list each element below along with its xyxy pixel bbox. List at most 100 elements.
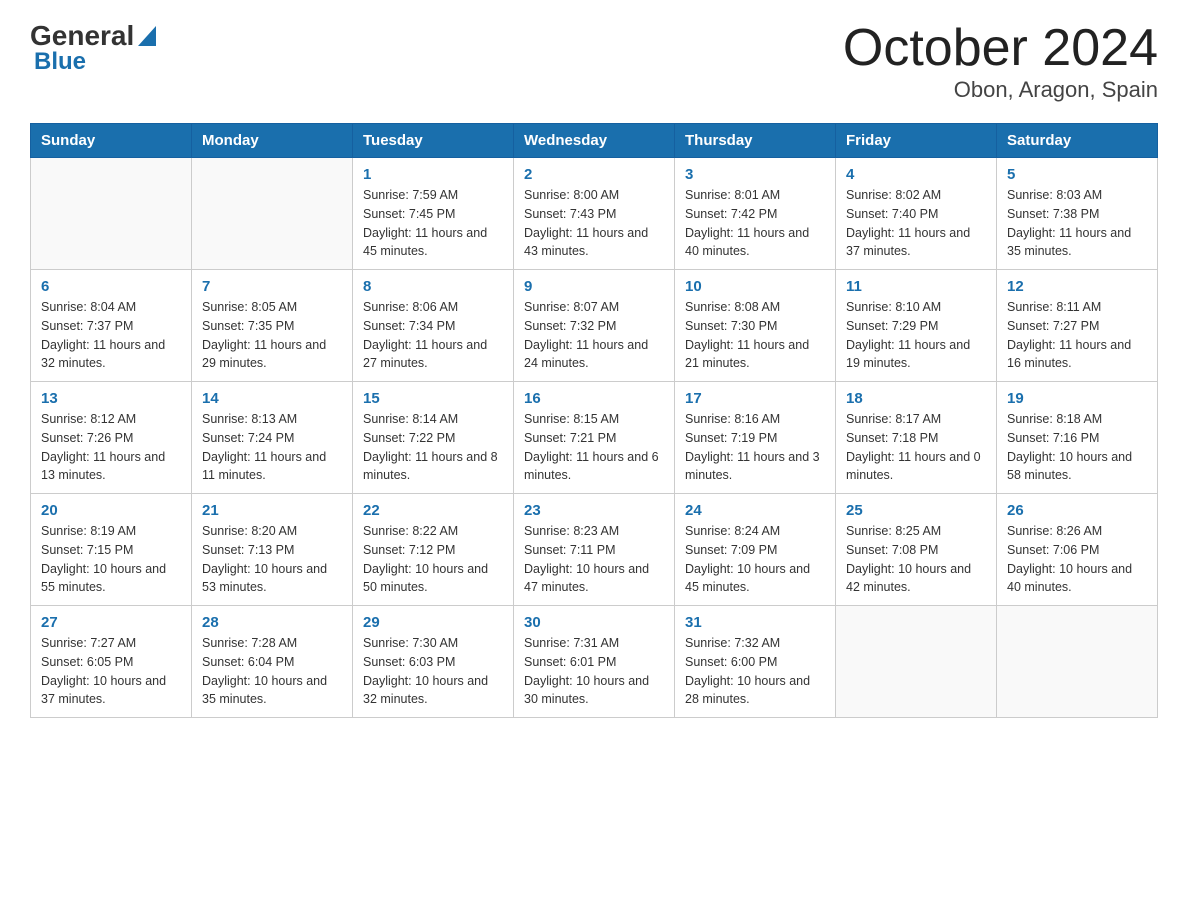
calendar-cell: 7 Sunrise: 8:05 AMSunset: 7:35 PMDaylight…	[192, 270, 353, 382]
day-info: Sunrise: 8:22 AMSunset: 7:12 PMDaylight:…	[363, 522, 503, 597]
daylight-text: Daylight: 10 hours and 50 minutes.	[363, 562, 488, 595]
calendar-cell: 6Sunrise: 8:04 AMSunset: 7:37 PMDaylight…	[31, 270, 192, 382]
calendar-table: Sunday Monday Tuesday Wednesday Thursday…	[30, 123, 1158, 718]
calendar-cell: 23Sunrise: 8:23 AMSunset: 7:11 PMDayligh…	[514, 494, 675, 606]
day-info: Sunrise: 8:15 AM Sunset: 7:21 PM Daylight:…	[524, 410, 664, 485]
logo: General Blue	[30, 20, 156, 76]
sunset-text: Sunset: 7:18 PM	[846, 431, 938, 445]
logo-triangle-icon	[138, 26, 156, 51]
day-number: 11	[846, 278, 986, 295]
sunrise-text: Sunrise: 8:01 AM	[685, 188, 780, 202]
sunrise-text: Sunrise: 8:14 AM	[363, 412, 458, 426]
calendar-cell: 20Sunrise: 8:19 AMSunset: 7:15 PMDayligh…	[31, 494, 192, 606]
sunrise-text: Sunrise: 8:17 AM	[846, 412, 941, 426]
daylight-text: Daylight: 10 hours and 42 minutes.	[846, 562, 971, 595]
daylight-text: Daylight: 11 hours and 21 minutes.	[685, 338, 809, 371]
sunset-text: Sunset: 7:19 PM	[685, 431, 777, 445]
day-number: 28	[202, 614, 342, 631]
sunset-text: Sunset: 7:24 PM	[202, 431, 294, 445]
day-info: Sunrise: 8:08 AM Sunset: 7:30 PM Daylight:…	[685, 298, 825, 373]
sunset-text: Sunset: 7:30 PM	[685, 319, 777, 333]
day-number: 30	[524, 614, 664, 631]
day-number: 7	[202, 278, 342, 295]
day-info: Sunrise: 7:30 AMSunset: 6:03 PMDaylight:…	[363, 634, 503, 709]
calendar-cell: 12Sunrise: 8:11 AMSunset: 7:27 PMDayligh…	[997, 270, 1158, 382]
day-number: 26	[1007, 502, 1147, 519]
day-info: Sunrise: 8:12 AMSunset: 7:26 PMDaylight:…	[41, 410, 181, 485]
header-thursday: Thursday	[675, 124, 836, 158]
daylight-text: Daylight: 10 hours and 45 minutes.	[685, 562, 810, 595]
calendar-cell: 24Sunrise: 8:24 AMSunset: 7:09 PMDayligh…	[675, 494, 836, 606]
sunset-text: Sunset: 7:15 PM	[41, 543, 133, 557]
day-info: Sunrise: 8:01 AMSunset: 7:42 PMDaylight:…	[685, 186, 825, 261]
logo-blue-text: Blue	[34, 48, 86, 76]
day-info: Sunrise: 8:05 AMSunset: 7:35 PMDaylight:…	[202, 298, 342, 373]
header-monday: Monday	[192, 124, 353, 158]
sunrise-text: Sunrise: 7:27 AM	[41, 636, 136, 650]
calendar-cell: 21Sunrise: 8:20 AMSunset: 7:13 PMDayligh…	[192, 494, 353, 606]
daylight-text: Daylight: 11 hours and 27 minutes.	[363, 338, 487, 371]
calendar-cell: 31Sunrise: 7:32 AMSunset: 6:00 PMDayligh…	[675, 606, 836, 718]
calendar-cell: 1Sunrise: 7:59 AMSunset: 7:45 PMDaylight…	[353, 158, 514, 270]
sunset-text: Sunset: 7:26 PM	[41, 431, 133, 445]
sunrise-text: Sunrise: 8:26 AM	[1007, 524, 1102, 538]
calendar-cell: 13Sunrise: 8:12 AMSunset: 7:26 PMDayligh…	[31, 382, 192, 494]
sunset-text: Sunset: 7:06 PM	[1007, 543, 1099, 557]
calendar-cell: 11 Sunrise: 8:10 AMSunset: 7:29 PMDayligh…	[836, 270, 997, 382]
sunset-text: Sunset: 7:13 PM	[202, 543, 294, 557]
daylight-text: Daylight: 10 hours and 30 minutes.	[524, 674, 649, 707]
sunrise-text: Sunrise: 8:15 AM	[524, 412, 619, 426]
daylight-text: Daylight: 11 hours and 8 minutes.	[363, 450, 498, 483]
header-saturday: Saturday	[997, 124, 1158, 158]
sunrise-text: Sunrise: 8:07 AM	[524, 300, 619, 314]
sunset-text: Sunset: 7:09 PM	[685, 543, 777, 557]
sunrise-text: Sunrise: 8:19 AM	[41, 524, 136, 538]
sunset-text: Sunset: 7:38 PM	[1007, 207, 1099, 221]
daylight-text: Daylight: 11 hours and 6 minutes.	[524, 450, 659, 483]
day-number: 4	[846, 166, 986, 183]
daylight-text: Daylight: 11 hours and 13 minutes.	[41, 450, 165, 483]
sunrise-text: Sunrise: 8:13 AM	[202, 412, 297, 426]
daylight-text: Daylight: 10 hours and 32 minutes.	[363, 674, 488, 707]
sunrise-text: Sunrise: 8:22 AM	[363, 524, 458, 538]
daylight-text: Daylight: 11 hours and 43 minutes.	[524, 226, 648, 259]
daylight-text: Daylight: 11 hours and 16 minutes.	[1007, 338, 1131, 371]
daylight-text: Daylight: 11 hours and 19 minutes.	[846, 338, 970, 371]
sunset-text: Sunset: 7:21 PM	[524, 431, 616, 445]
sunrise-text: Sunrise: 8:08 AM	[685, 300, 780, 314]
day-info: Sunrise: 8:25 AMSunset: 7:08 PMDaylight:…	[846, 522, 986, 597]
day-number: 19	[1007, 390, 1147, 407]
sunrise-text: Sunrise: 7:31 AM	[524, 636, 619, 650]
calendar-cell: 2Sunrise: 8:00 AMSunset: 7:43 PMDaylight…	[514, 158, 675, 270]
sunrise-text: Sunrise: 8:23 AM	[524, 524, 619, 538]
day-info: Sunrise: 8:19 AMSunset: 7:15 PMDaylight:…	[41, 522, 181, 597]
sunset-text: Sunset: 7:27 PM	[1007, 319, 1099, 333]
sunset-text: Sunset: 7:37 PM	[41, 319, 133, 333]
day-number: 12	[1007, 278, 1147, 295]
day-info: Sunrise: 7:31 AM Sunset: 6:01 PM Daylight:…	[524, 634, 664, 709]
header-sunday: Sunday	[31, 124, 192, 158]
day-info: Sunrise: 8:18 AMSunset: 7:16 PMDaylight:…	[1007, 410, 1147, 485]
day-info: Sunrise: 8:14 AMSunset: 7:22 PMDaylight:…	[363, 410, 503, 485]
daylight-text: Daylight: 11 hours and 35 minutes.	[1007, 226, 1131, 259]
calendar-cell: 19 Sunrise: 8:18 AMSunset: 7:16 PMDayligh…	[997, 382, 1158, 494]
day-info: Sunrise: 8:00 AMSunset: 7:43 PMDaylight:…	[524, 186, 664, 261]
sunrise-text: Sunrise: 8:24 AM	[685, 524, 780, 538]
sunrise-text: Sunrise: 8:10 AM	[846, 300, 941, 314]
calendar-cell: 29Sunrise: 7:30 AMSunset: 6:03 PMDayligh…	[353, 606, 514, 718]
calendar-cell	[836, 606, 997, 718]
daylight-text: Daylight: 11 hours and 45 minutes.	[363, 226, 487, 259]
day-info: Sunrise: 8:10 AMSunset: 7:29 PMDaylight:…	[846, 298, 986, 373]
month-year-title: October 2024	[843, 20, 1158, 77]
day-info: Sunrise: 8:17 AMSunset: 7:18 PMDaylight:…	[846, 410, 986, 485]
sunrise-text: Sunrise: 7:30 AM	[363, 636, 458, 650]
sunset-text: Sunset: 7:32 PM	[524, 319, 616, 333]
day-info: Sunrise: 7:59 AMSunset: 7:45 PMDaylight:…	[363, 186, 503, 261]
sunset-text: Sunset: 6:01 PM	[524, 655, 616, 669]
day-number: 5	[1007, 166, 1147, 183]
calendar-week-row: 1Sunrise: 7:59 AMSunset: 7:45 PMDaylight…	[31, 158, 1158, 270]
calendar-cell	[192, 158, 353, 270]
daylight-text: Daylight: 10 hours and 53 minutes.	[202, 562, 327, 595]
sunset-text: Sunset: 7:42 PM	[685, 207, 777, 221]
calendar-cell: 4Sunrise: 8:02 AMSunset: 7:40 PMDaylight…	[836, 158, 997, 270]
